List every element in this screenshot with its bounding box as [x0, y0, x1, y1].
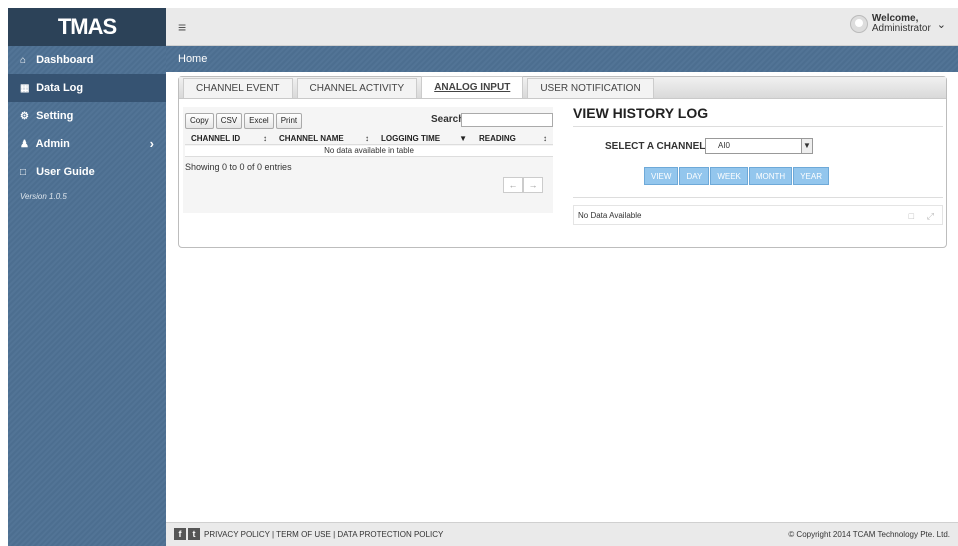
day-button[interactable]: DAY [679, 167, 710, 185]
sidebar-item-data-log[interactable]: ▦ Data Log [8, 74, 166, 102]
excel-button[interactable]: Excel [244, 113, 274, 129]
history-log-section: VIEW HISTORY LOG SELECT A CHANNEL: AI0 ▼… [573, 105, 943, 225]
table-icon: ▦ [20, 83, 30, 94]
view-button[interactable]: VIEW [644, 167, 679, 185]
copy-button[interactable]: Copy [185, 113, 214, 129]
sidebar-item-user-guide[interactable]: □ User Guide [8, 158, 166, 186]
expand-icon[interactable]: ⤢ [927, 206, 934, 226]
column-reading[interactable]: READING ↕ [473, 134, 553, 144]
version-label: Version 1.0.5 [20, 192, 67, 201]
column-logging-time[interactable]: LOGGING TIME ▼ [375, 134, 473, 144]
sidebar-item-dashboard[interactable]: ⌂ Dashboard [8, 46, 166, 74]
sidebar-item-label: Setting [36, 110, 74, 122]
column-channel-id[interactable]: CHANNEL ID ↕ [185, 134, 273, 144]
column-label: CHANNEL ID [191, 134, 241, 143]
divider [573, 197, 943, 198]
sort-icon: ↕ [543, 134, 547, 143]
column-label: READING [479, 134, 516, 143]
channel-select-label: SELECT A CHANNEL: [605, 141, 709, 152]
sort-icon: ↕ [365, 134, 369, 143]
tab-user-notification[interactable]: USER NOTIFICATION [527, 78, 654, 98]
channel-select-value: AI0 [718, 141, 731, 150]
user-name: Administrator [871, 23, 931, 34]
content-panel: CHANNEL EVENT CHANNEL ACTIVITY ANALOG IN… [178, 76, 947, 248]
chevron-right-icon: › [149, 136, 154, 151]
user-menu[interactable]: Welcome, Administrator ⌄ [849, 14, 946, 34]
sidebar: TMAS ⌂ Dashboard ▦ Data Log ⚙ Setting ♟ … [8, 8, 166, 546]
home-icon: ⌂ [20, 55, 27, 66]
year-button[interactable]: YEAR [793, 167, 829, 185]
no-data-message: No Data Available [578, 211, 642, 220]
range-buttons: VIEW DAY WEEK MONTH YEAR [644, 167, 830, 185]
sidebar-item-label: Admin [35, 138, 70, 150]
sidebar-item-label: User Guide [36, 166, 95, 178]
sort-desc-icon: ▼ [459, 134, 467, 143]
social-links: f t [174, 528, 202, 540]
export-buttons: Copy CSV Excel Print [185, 113, 304, 129]
avatar [849, 15, 868, 33]
footer-links[interactable]: PRIVACY POLICY | TERM OF USE | DATA PROT… [204, 530, 443, 539]
app-logo[interactable]: TMAS [8, 8, 166, 46]
sidebar-item-label: Dashboard [36, 54, 94, 66]
search-input[interactable] [461, 113, 553, 127]
csv-button[interactable]: CSV [215, 113, 243, 129]
footer: f t PRIVACY POLICY | TERM OF USE | DATA … [166, 522, 958, 546]
sort-icon: ↕ [263, 134, 267, 143]
breadcrumb[interactable]: Home [166, 46, 958, 72]
chevron-down-icon: ▼ [801, 139, 812, 153]
print-button[interactable]: Print [275, 113, 303, 129]
top-header: ≡ Welcome, Administrator ⌄ [166, 8, 958, 46]
save-icon[interactable]: □ [909, 206, 914, 226]
tab-analog-input[interactable]: ANALOG INPUT [421, 76, 524, 98]
menu-icon[interactable]: ≡ [178, 19, 186, 35]
week-button[interactable]: WEEK [710, 167, 748, 185]
month-button[interactable]: MONTH [748, 167, 793, 185]
copyright: © Copyright 2014 TCAM Technology Pte. Lt… [788, 530, 950, 539]
channel-select[interactable]: AI0 ▼ [705, 138, 813, 154]
history-chart-box: No Data Available □ ⤢ [573, 205, 943, 225]
table-header: CHANNEL ID ↕ CHANNEL NAME ↕ LOGGING TIME… [185, 134, 553, 145]
facebook-icon[interactable]: f [174, 528, 186, 540]
analog-input-table-section: Copy CSV Excel Print Search: CHANNEL ID … [183, 107, 553, 213]
chevron-down-icon[interactable]: ⌄ [937, 18, 946, 31]
gear-icon: ⚙ [20, 111, 29, 122]
column-channel-name[interactable]: CHANNEL NAME ↕ [273, 134, 375, 144]
document-icon: □ [20, 167, 27, 178]
history-title: VIEW HISTORY LOG [573, 105, 943, 127]
twitter-icon[interactable]: t [188, 528, 200, 540]
sidebar-item-setting[interactable]: ⚙ Setting [8, 102, 166, 130]
prev-page-button[interactable]: ← [503, 177, 523, 193]
user-icon: ♟ [20, 139, 29, 150]
sidebar-item-admin[interactable]: ♟ Admin › [8, 130, 166, 158]
tab-channel-activity[interactable]: CHANNEL ACTIVITY [296, 78, 418, 98]
table-empty-message: No data available in table [185, 146, 553, 157]
tab-bar: CHANNEL EVENT CHANNEL ACTIVITY ANALOG IN… [179, 76, 946, 99]
column-label: CHANNEL NAME [279, 134, 344, 143]
table-info: Showing 0 to 0 of 0 entries [185, 162, 292, 172]
sidebar-item-label: Data Log [36, 82, 84, 94]
next-page-button[interactable]: → [523, 177, 543, 193]
column-label: LOGGING TIME [381, 134, 441, 143]
pagination: ← → [503, 177, 543, 193]
tab-channel-event[interactable]: CHANNEL EVENT [183, 78, 293, 98]
user-welcome: Welcome, Administrator [872, 14, 931, 34]
